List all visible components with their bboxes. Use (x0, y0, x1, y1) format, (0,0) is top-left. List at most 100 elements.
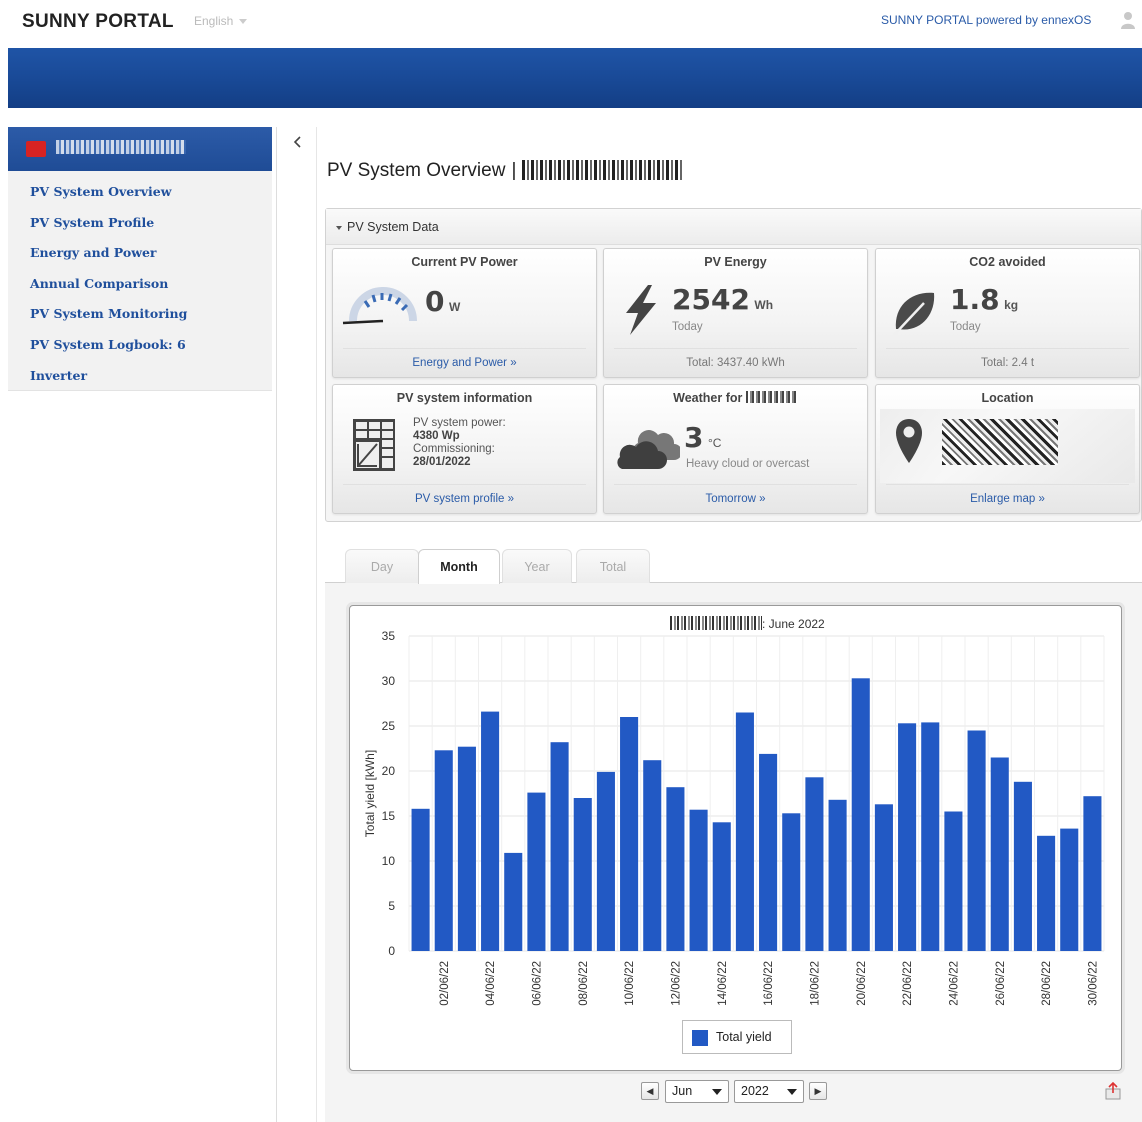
plant-name-redacted (670, 616, 762, 630)
chevron-down-icon (787, 1089, 797, 1095)
x-tick-label: 28/06/22 (1041, 961, 1053, 1006)
sidebar: PV System Overview PV System Profile Ene… (8, 127, 272, 1122)
x-tick-label: 14/06/22 (717, 961, 729, 1006)
bar (1013, 781, 1032, 951)
collapse-sidebar-button[interactable] (287, 128, 309, 156)
bar (990, 757, 1009, 951)
tomorrow-link[interactable]: Tomorrow » (604, 493, 867, 505)
energy-total: Total: 3437.40 kWh (686, 357, 785, 369)
location-redacted (745, 391, 798, 403)
energy-value: 2542 (672, 283, 750, 316)
sidebar-item-pv-system-logbook[interactable]: PV System Logbook: 6 (8, 330, 272, 361)
pv-system-profile-link[interactable]: PV system profile » (333, 493, 596, 505)
tile-title: PV system information (396, 391, 533, 405)
x-tick-label: 18/06/22 (809, 961, 821, 1006)
bar (550, 742, 569, 951)
co2-readout: 1.8 kg (950, 283, 1018, 316)
tile-pv-system-information: PV system information PV system power: 4… (332, 384, 597, 514)
year-select[interactable]: 2022 (734, 1080, 804, 1103)
export-icon[interactable] (1104, 1082, 1122, 1100)
plant-name-redacted (522, 160, 683, 180)
tab-month[interactable]: Month (418, 549, 500, 584)
bar (504, 852, 523, 951)
user-icon[interactable] (1120, 11, 1136, 29)
sidebar-item-annual-comparison[interactable]: Annual Comparison (8, 269, 272, 300)
sidebar-item-pv-system-overview[interactable]: PV System Overview (8, 177, 272, 208)
tab-total[interactable]: Total (576, 549, 650, 583)
previous-period-button[interactable]: ◀ (641, 1082, 659, 1100)
x-tick-label: 08/06/22 (578, 961, 590, 1006)
y-tick-label: 30 (382, 674, 396, 688)
weather-title: Weather for (673, 391, 743, 405)
tile-pv-energy: PV Energy 2542 Wh Today Total: 3437.40 k… (603, 248, 868, 378)
bar (620, 717, 639, 951)
month-select[interactable]: Jun (665, 1080, 729, 1103)
enlarge-map-link[interactable]: Enlarge map » (876, 493, 1139, 505)
x-tick-label: 02/06/22 (439, 961, 451, 1006)
x-tick-label: 26/06/22 (995, 961, 1007, 1006)
tile-location: Location Enlarge map » (875, 384, 1140, 514)
chart-title: : June 2022 (670, 616, 825, 631)
current-power-value: 0 (425, 285, 445, 318)
language-label: English (194, 14, 234, 28)
bar (851, 678, 870, 951)
title-separator: | (511, 160, 517, 181)
bar (759, 753, 778, 951)
next-period-button[interactable]: ▶ (809, 1082, 827, 1100)
tab-day[interactable]: Day (345, 549, 419, 583)
powered-by-link[interactable]: SUNNY PORTAL powered by ennexOS (881, 13, 1091, 27)
legend-label: Total yield (716, 1030, 772, 1044)
energy-readout: 2542 Wh (672, 283, 773, 316)
energy-and-power-link[interactable]: Energy and Power » (333, 357, 596, 369)
sidebar-item-pv-system-monitoring[interactable]: PV System Monitoring (8, 299, 272, 330)
sidebar-item-inverter[interactable]: Inverter (8, 361, 272, 392)
co2-total: Total: 2.4 t (980, 357, 1035, 369)
temperature-unit: °C (707, 436, 722, 450)
year-select-value: 2022 (741, 1084, 769, 1098)
plant-name-redacted (56, 140, 186, 154)
bar (967, 730, 986, 951)
collapse-triangle-icon (336, 225, 342, 230)
bar (921, 722, 940, 951)
legend-swatch (692, 1030, 708, 1046)
commissioning-value: 28/01/2022 (413, 456, 471, 468)
chart-legend[interactable]: Total yield (682, 1020, 792, 1054)
plant-icon (26, 141, 46, 157)
sidebar-menu: PV System Overview PV System Profile Ene… (8, 171, 272, 391)
y-tick-label: 0 (388, 944, 395, 958)
sidebar-item-pv-system-profile[interactable]: PV System Profile (8, 208, 272, 239)
tile-title: Location (981, 391, 1034, 405)
month-select-value: Jun (672, 1084, 693, 1098)
temperature-value: 3 (684, 421, 704, 454)
co2-period: Today (950, 321, 981, 333)
y-tick-label: 20 (382, 764, 396, 778)
bar (1083, 796, 1102, 951)
y-axis-label: Total yield [kWh] (363, 750, 377, 837)
app-logo[interactable]: SUNNY PORTAL (22, 11, 174, 33)
lightning-bolt-icon (626, 285, 656, 335)
tab-year[interactable]: Year (502, 549, 572, 583)
y-tick-label: 35 (382, 630, 396, 643)
tile-current-pv-power: Current PV Power 0 W Energy and Power » (332, 248, 597, 378)
current-power-unit: W (448, 300, 461, 314)
leaf-icon (893, 292, 935, 336)
energy-unit: Wh (754, 298, 774, 312)
tile-title: PV Energy (704, 255, 767, 269)
bar (689, 809, 708, 951)
sidebar-item-energy-and-power[interactable]: Energy and Power (8, 238, 272, 269)
chevron-down-icon (712, 1089, 722, 1095)
yield-bar-chart: 0 5 10 15 20 25 30 35 02/06/22 04/06/22 06/06/22 08… (363, 630, 1105, 1006)
weather-description: Heavy cloud or overcast (686, 458, 810, 470)
x-tick-label: 06/06/22 (531, 961, 543, 1006)
bar (666, 787, 685, 951)
bar (828, 799, 847, 951)
cloud-icon (617, 430, 680, 469)
co2-unit: kg (1004, 298, 1019, 312)
sidebar-divider (276, 127, 277, 1122)
address-redacted (942, 419, 1058, 465)
map-pin-icon (896, 419, 922, 463)
pv-system-data-toggle[interactable]: PV System Data (326, 209, 1141, 245)
chevron-left-icon (293, 136, 301, 148)
x-tick-label: 04/06/22 (485, 961, 497, 1006)
language-select[interactable]: English (194, 14, 248, 28)
